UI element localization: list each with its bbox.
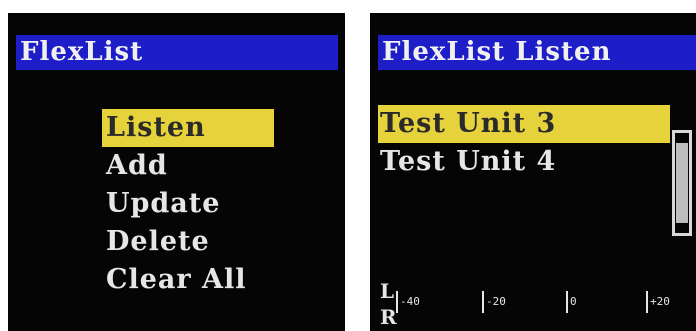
main-menu-screen: FlexList Listen Add Update Delete Clear … — [8, 13, 345, 331]
audio-level-meter: L R -40 -20 0 +20 — [378, 263, 696, 331]
listen-title: FlexList Listen — [378, 35, 696, 70]
meter-right-channel-label: R — [380, 305, 397, 329]
meter-left-channel-label: L — [380, 279, 395, 303]
meter-tick: -40 — [396, 291, 420, 313]
menu-item-update[interactable]: Update — [102, 185, 274, 223]
menu-item-delete[interactable]: Delete — [102, 223, 274, 261]
menu-item-add[interactable]: Add — [102, 147, 274, 185]
scrollbar-thumb[interactable] — [676, 143, 688, 223]
listen-screen: FlexList Listen Test Unit 3 Test Unit 4 … — [370, 13, 696, 331]
scrollbar-top-cap — [672, 130, 692, 133]
main-menu: Listen Add Update Delete Clear All — [102, 109, 274, 299]
main-menu-title: FlexList — [16, 35, 338, 70]
meter-tick: +20 — [646, 291, 670, 313]
unit-list: Test Unit 3 Test Unit 4 — [378, 105, 670, 181]
list-item[interactable]: Test Unit 4 — [378, 143, 670, 181]
list-scrollbar[interactable] — [672, 130, 692, 236]
list-item[interactable]: Test Unit 3 — [378, 105, 670, 143]
meter-tick: -20 — [482, 291, 506, 313]
meter-tick: 0 — [566, 291, 577, 313]
scrollbar-bottom-cap — [672, 233, 692, 236]
menu-item-clear-all[interactable]: Clear All — [102, 261, 274, 299]
menu-item-listen[interactable]: Listen — [102, 109, 274, 147]
